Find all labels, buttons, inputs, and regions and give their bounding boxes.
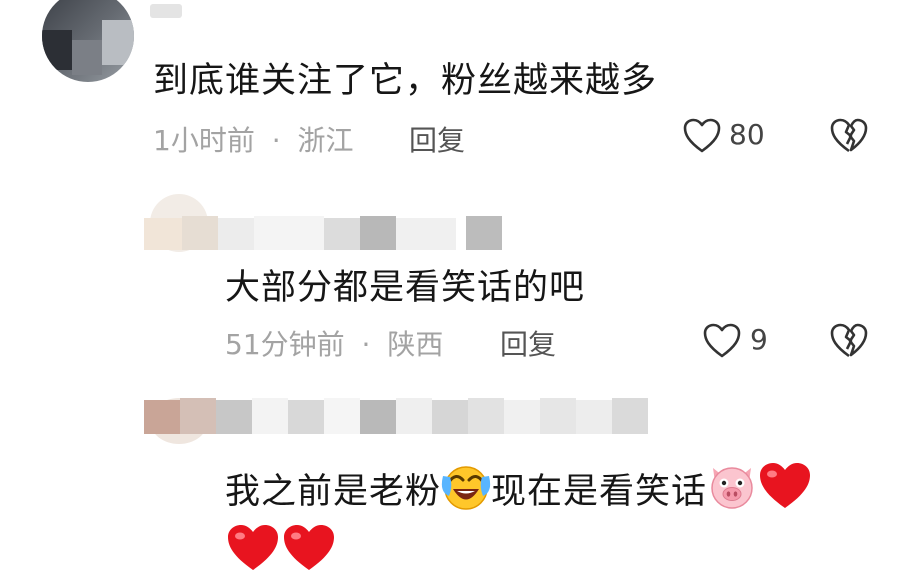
like-count: 9 [750, 323, 768, 356]
username-blurred[interactable] [144, 396, 674, 438]
heart-outline-icon [703, 323, 741, 358]
red-heart-emoji-icon [225, 522, 281, 578]
comment-text: 到底谁关注了它，粉丝越来越多 [153, 61, 658, 101]
broken-heart-icon [830, 323, 868, 358]
reply-button[interactable]: 回复 [500, 323, 556, 363]
emoji-row [225, 522, 337, 578]
reply-button[interactable]: 回复 [409, 119, 465, 159]
like-count: 80 [729, 118, 765, 151]
separator: · [271, 124, 281, 157]
timestamp: 51分钟前 [225, 328, 345, 361]
comment-text-part1: 我之前是老粉 [225, 472, 442, 512]
comment-text-part2: 现在是看笑话 [491, 472, 708, 512]
red-heart-emoji-icon [757, 460, 813, 526]
dislike-button[interactable] [829, 322, 869, 364]
laughing-crying-emoji-icon [441, 462, 491, 524]
comment-meta: 51分钟前 · 陕西 [225, 323, 443, 363]
separator: · [361, 328, 371, 361]
username-blurred[interactable] [150, 4, 182, 18]
location: 陕西 [387, 328, 444, 361]
broken-heart-icon [830, 118, 868, 153]
avatar[interactable] [42, 0, 134, 82]
dislike-button[interactable] [829, 117, 869, 159]
comment-meta: 1小时前 · 浙江 [153, 119, 354, 159]
heart-outline-icon [683, 118, 721, 153]
username-blurred[interactable] [144, 210, 524, 250]
pig-face-emoji-icon [707, 462, 757, 524]
location: 浙江 [297, 124, 354, 157]
timestamp: 1小时前 [153, 124, 255, 157]
comment-text: 我之前是老粉 现在是看笑话 [225, 460, 813, 512]
red-heart-emoji-icon [281, 522, 337, 578]
comment-text: 大部分都是看笑话的吧 [225, 268, 586, 308]
